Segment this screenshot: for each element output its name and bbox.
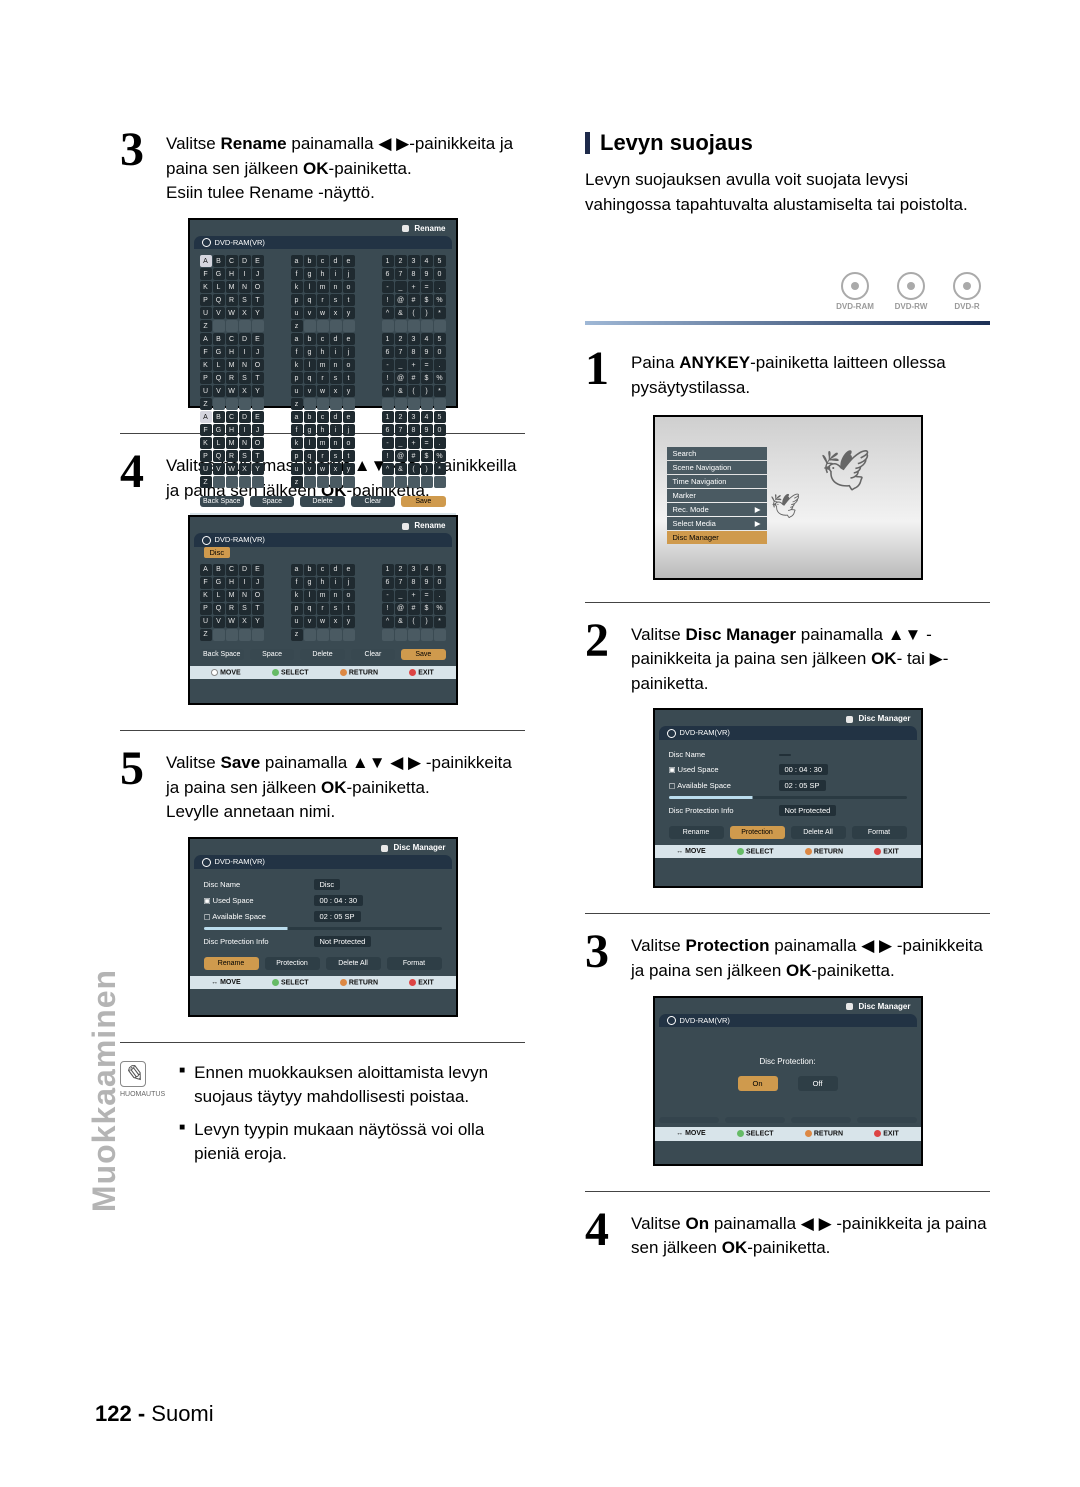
- osd-btn-space: Space: [250, 496, 294, 507]
- protection-off: Off: [798, 1076, 838, 1091]
- osd-keyboard: ABCDEFGHIJKLMNOPQRSTUVWXYZABCDEFGHIJKLMN…: [190, 249, 456, 492]
- step-text: Paina ANYKEY-painiketta laitteen ollessa…: [631, 349, 990, 400]
- osd-rename-1: Rename DVD-RAM(VR) ABCDEFGHIJKLMNOPQRSTU…: [188, 218, 458, 408]
- step-5: 5 Valitse Save painamalla ▲▼ ◀ ▶ -painik…: [120, 749, 525, 825]
- step-number: 5: [120, 749, 154, 825]
- step-text: Valitse On painamalla ◀ ▶ -painikkeita j…: [631, 1210, 990, 1261]
- osd-subtitle: DVD-RAM(VR): [194, 855, 452, 869]
- section-heading: Levyn suojaus: [585, 130, 990, 156]
- osd-hints: ↔ MOVE SELECT RETURN EXIT: [190, 976, 456, 989]
- osd-rename-2: Rename DVD-RAM(VR) Disc ABCDEFGHIJKLMNOP…: [188, 515, 458, 705]
- menu-item: Search: [667, 447, 767, 460]
- step-text: Valitse Rename painamalla ◀ ▶-painikkeit…: [166, 130, 525, 206]
- divider: [585, 1191, 990, 1192]
- osd-disc-manager-3: Disc Manager DVD-RAM(VR) Disc Protection…: [653, 996, 923, 1166]
- osd-btn-save: Save: [401, 496, 445, 507]
- step-number: 3: [585, 932, 619, 983]
- section-bar: [585, 321, 990, 325]
- osd-anykey-photo: 🕊 🕊 Search Scene Navigation Time Navigat…: [653, 415, 923, 580]
- osd-title: Disc Manager: [655, 710, 921, 726]
- note-item: Ennen muokkauksen aloittamista levyn suo…: [179, 1061, 525, 1109]
- page-body: 3 Valitse Rename painamalla ◀ ▶-painikke…: [0, 0, 1080, 1333]
- step-3: 3 Valitse Rename painamalla ◀ ▶-painikke…: [120, 130, 525, 206]
- osd-hints: MOVE SELECT RETURN EXIT: [190, 666, 456, 679]
- badge-dvd-rw: DVD-RW: [888, 272, 934, 311]
- step-number: 4: [585, 1210, 619, 1261]
- on-off-group: On Off: [738, 1076, 838, 1091]
- page-footer: 122 - Suomi: [95, 1401, 214, 1427]
- osd-disc-manager-1: Disc Manager DVD-RAM(VR) Disc NameDisc ▣…: [188, 837, 458, 1017]
- step-4-right: 4 Valitse On painamalla ◀ ▶ -painikkeita…: [585, 1210, 990, 1261]
- kb-upper: ABCDEFGHIJKLMNOPQRSTUVWXYZABCDEFGHIJKLMN…: [200, 255, 264, 488]
- dm-action-protection: Protection: [265, 957, 320, 970]
- menu-item: Rec. Mode▶: [667, 503, 767, 516]
- osd-subtitle: DVD-RAM(VR): [194, 533, 452, 547]
- step-2: 2 Valitse Disc Manager painamalla ▲▼ -pa…: [585, 621, 990, 697]
- protection-on: On: [738, 1076, 778, 1091]
- step-text: Valitse Save painamalla ▲▼ ◀ ▶ -painikke…: [166, 749, 525, 825]
- step-number: 4: [120, 452, 154, 503]
- osd-hints: ↔ MOVE SELECT RETURN EXIT: [655, 1127, 921, 1140]
- dm-action-rename: Rename: [204, 957, 259, 970]
- osd-disc-manager-2: Disc Manager DVD-RAM(VR) Disc Name ▣ Use…: [653, 708, 923, 888]
- anykey-menu: Search Scene Navigation Time Navigation …: [667, 447, 767, 545]
- section-sidebar-label: Muokkaaminen: [85, 965, 125, 1215]
- step-number: 1: [585, 349, 619, 400]
- kb-lower: abcdefghijklmnopqrstuvwxyzabcdefghijklmn…: [291, 255, 355, 488]
- osd-subtitle: DVD-RAM(VR): [194, 236, 452, 250]
- osd-button-row: Back Space Space Delete Clear Save: [190, 492, 456, 513]
- note-item: Levyn tyypin mukaan näytössä voi olla pi…: [179, 1118, 525, 1166]
- kb-sym: 1234567890-_+=.!@#$%^&()*1234567890-_+=.…: [382, 255, 446, 488]
- menu-item: Marker: [667, 489, 767, 502]
- protection-label: Disc Protection:: [655, 1057, 921, 1066]
- step-number: 2: [585, 621, 619, 697]
- osd-keyboard: ABCDEFGHIJKLMNOPQRSTUVWXYZabcdefghijklmn…: [190, 558, 456, 645]
- osd-hints: ↔ MOVE SELECT RETURN EXIT: [655, 845, 921, 858]
- osd-title: Rename: [190, 517, 456, 533]
- osd-button-row: Back Space Space Delete Clear Save: [190, 645, 456, 666]
- left-column: 3 Valitse Rename painamalla ◀ ▶-painikke…: [120, 130, 525, 1273]
- section-intro: Levyn suojauksen avulla voit suojata lev…: [585, 168, 990, 217]
- step-text: Valitse Protection painamalla ◀ ▶ -paini…: [631, 932, 990, 983]
- disc-name-banner: Disc: [204, 547, 231, 558]
- osd-title: Disc Manager: [655, 998, 921, 1014]
- note-label: HUOMAUTUS: [120, 1091, 165, 1098]
- osd-subtitle: DVD-RAM(VR): [659, 726, 917, 740]
- divider: [120, 730, 525, 731]
- badge-dvd-r: DVD-R: [944, 272, 990, 311]
- osd-title: Rename: [190, 220, 456, 236]
- dm-action-deleteall: Delete All: [326, 957, 381, 970]
- osd-btn-backspace: Back Space: [200, 496, 244, 507]
- menu-item: Scene Navigation: [667, 461, 767, 474]
- dm-action-format: Format: [387, 957, 442, 970]
- divider: [120, 1042, 525, 1043]
- menu-item: Time Navigation: [667, 475, 767, 488]
- osd-subtitle: DVD-RAM(VR): [659, 1014, 917, 1028]
- step-text: Valitse Disc Manager painamalla ▲▼ -pain…: [631, 621, 990, 697]
- step-1: 1 Paina ANYKEY-painiketta laitteen olles…: [585, 349, 990, 400]
- osd-btn-clear: Clear: [351, 496, 395, 507]
- badge-dvd-ram: DVD-RAM: [832, 272, 878, 311]
- osd-btn-delete: Delete: [300, 496, 344, 507]
- osd-title: Disc Manager: [190, 839, 456, 855]
- divider: [585, 913, 990, 914]
- divider: [585, 602, 990, 603]
- menu-item-selected: Disc Manager: [667, 531, 767, 544]
- step-3-right: 3 Valitse Protection painamalla ◀ ▶ -pai…: [585, 932, 990, 983]
- right-column: Levyn suojaus Levyn suojauksen avulla vo…: [585, 130, 990, 1273]
- disc-badges: DVD-RAM DVD-RW DVD-R: [585, 272, 990, 311]
- menu-item: Select Media▶: [667, 517, 767, 530]
- note-block: ✎ HUOMAUTUS Ennen muokkauksen aloittamis…: [120, 1061, 525, 1174]
- step-number: 3: [120, 130, 154, 206]
